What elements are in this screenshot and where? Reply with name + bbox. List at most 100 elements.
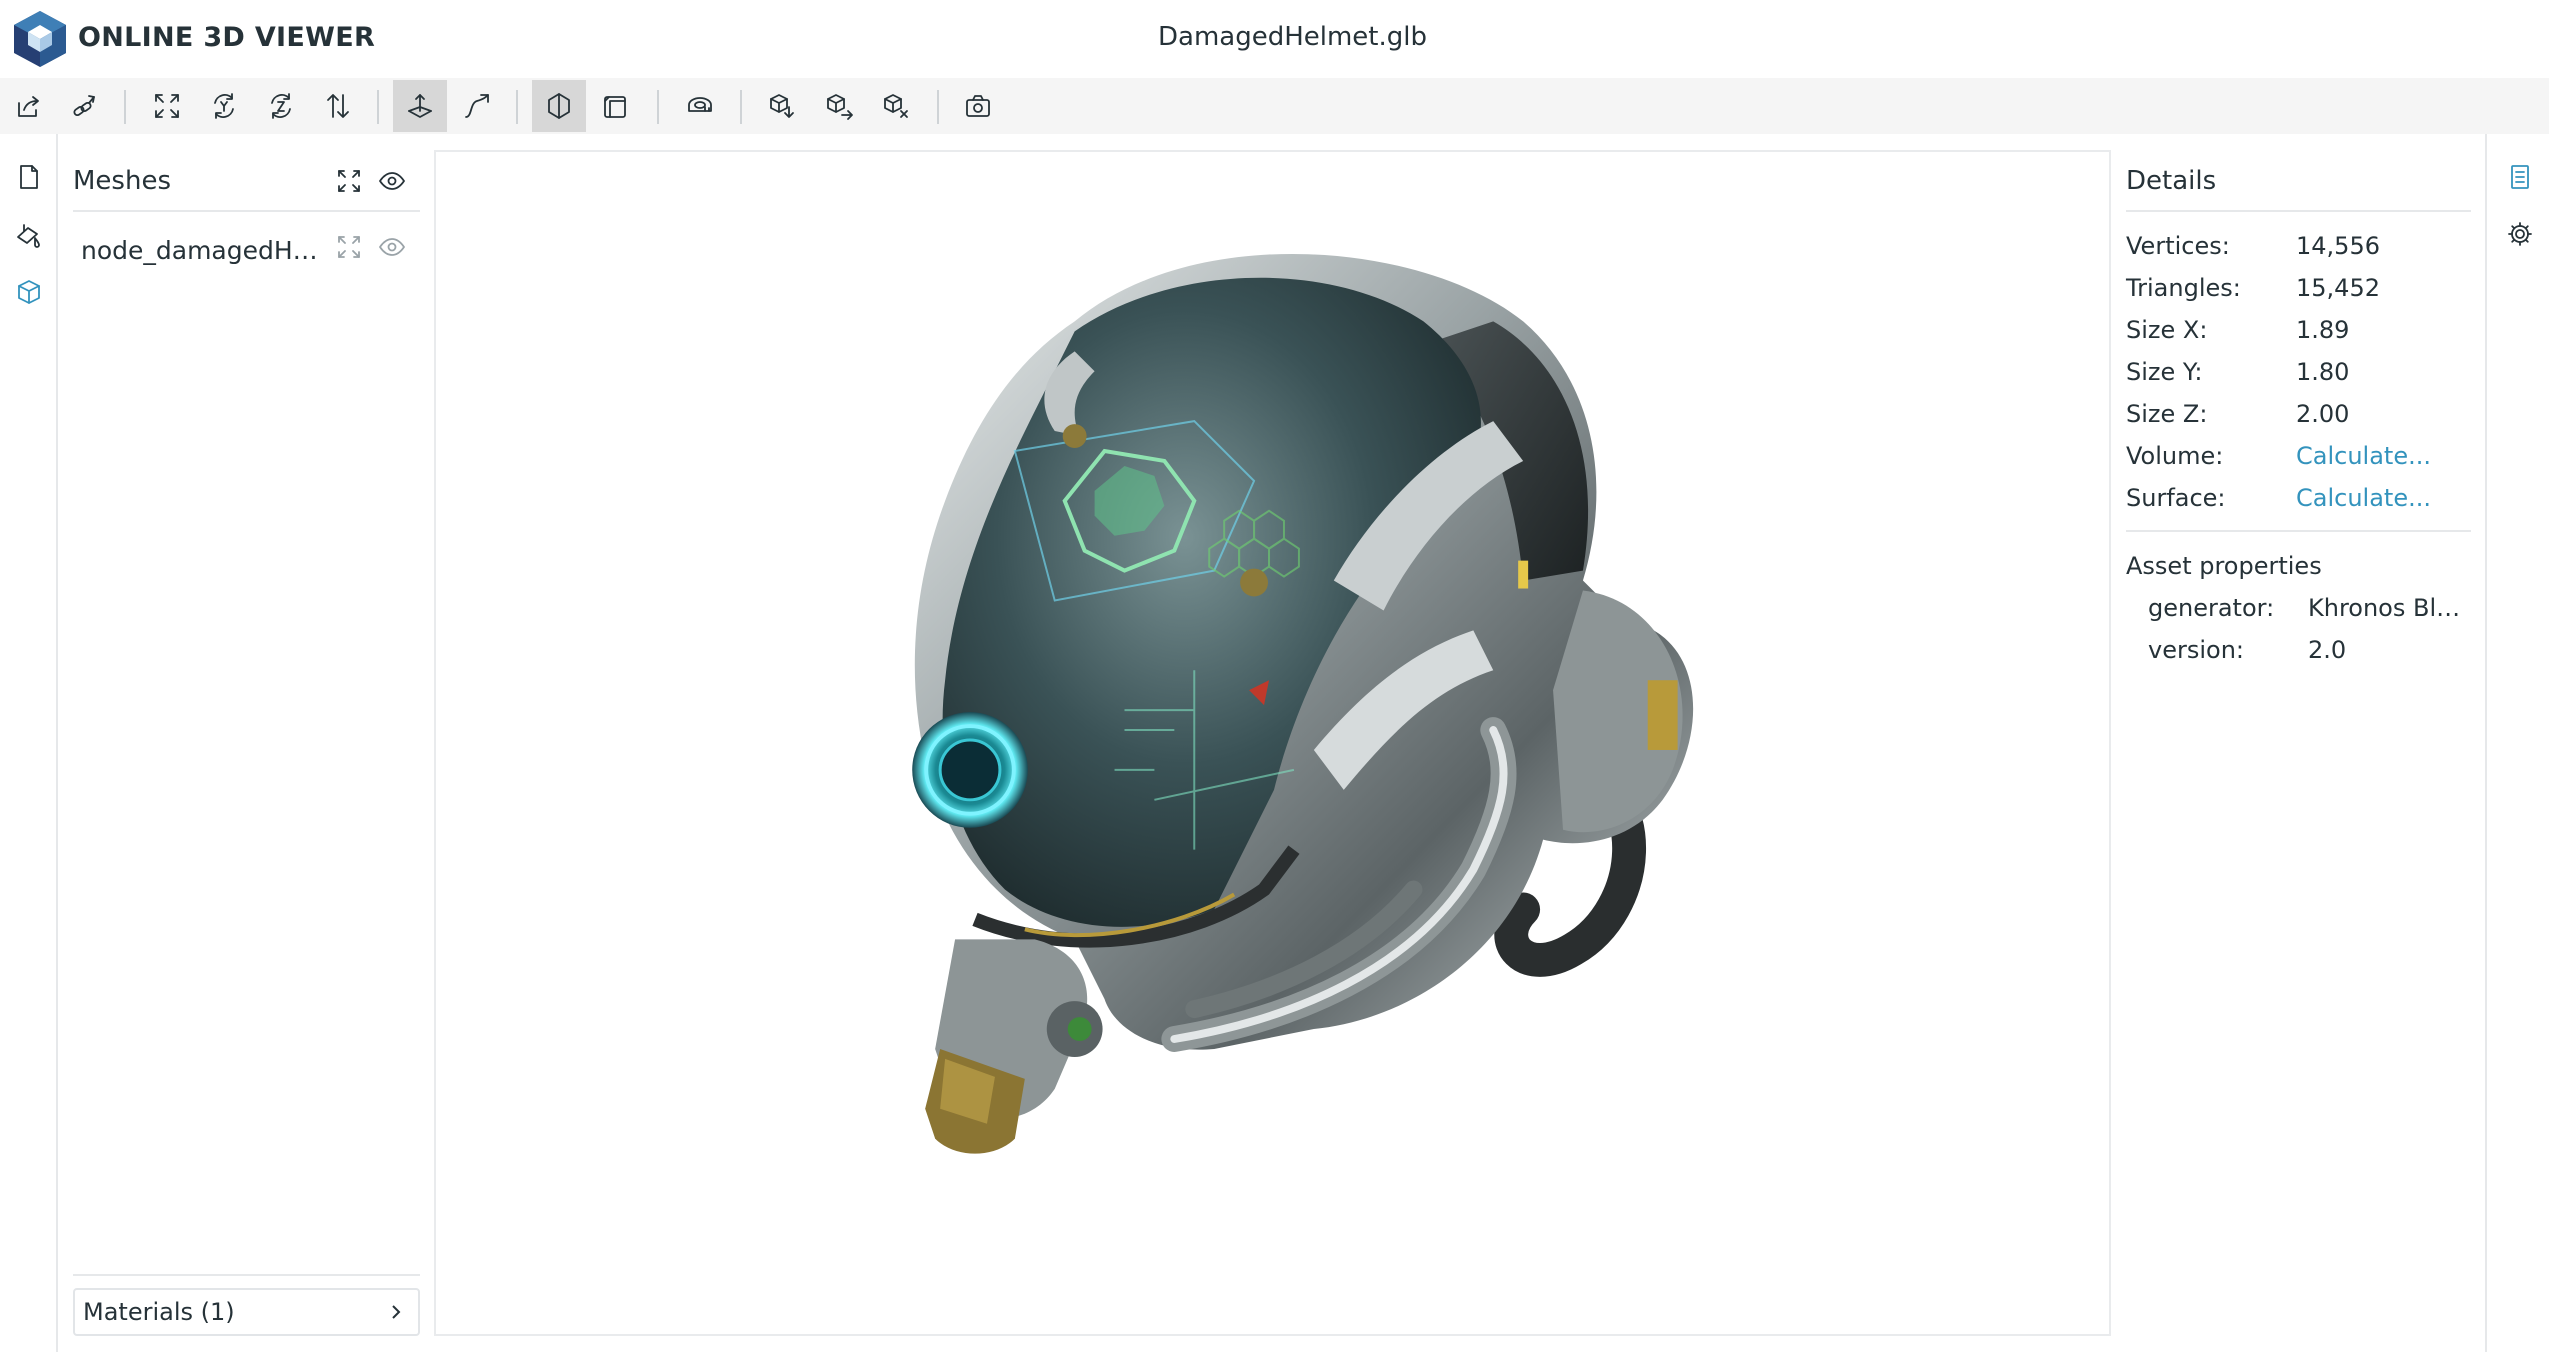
mesh-list-item[interactable]: node_damagedHelmet_-6514 (73, 224, 420, 280)
toolbar-separator (657, 90, 659, 124)
property-row-volume: Volume: Calculate... (2126, 442, 2476, 482)
fit-to-window-icon (155, 94, 179, 118)
details-nav-button[interactable] (2501, 158, 2539, 196)
asset-property-name: version: (2148, 636, 2244, 664)
files-nav-button[interactable] (10, 158, 48, 196)
open-url-icon (73, 95, 95, 117)
asset-property-value: Khronos Blender glTF 2.0 exporter (2308, 594, 2468, 622)
snapshot-settings-button[interactable] (869, 80, 923, 132)
toolbar-separator (937, 90, 939, 124)
perspective-camera-button[interactable] (532, 80, 586, 132)
property-value: 1.80 (2296, 358, 2350, 386)
property-row-surface: Surface: Calculate... (2126, 484, 2476, 524)
free-orbit-icon (465, 94, 489, 118)
measure-icon (688, 97, 712, 112)
fixed-up-vector-icon (408, 94, 432, 118)
left-navigation (0, 134, 58, 1352)
file-title: DamagedHelmet.glb (1157, 22, 1427, 52)
snapshot-settings-icon (884, 94, 908, 118)
eye-icon (379, 172, 405, 190)
property-row-size-z: Size Z: 2.00 (2126, 400, 2476, 440)
toolbar-separator (377, 90, 379, 124)
mesh-name: node_damagedHelmet_-6514 (81, 236, 321, 265)
calculate-volume-link[interactable]: Calculate... (2296, 442, 2431, 470)
meshes-nav-button[interactable] (10, 273, 48, 311)
measure-button[interactable] (673, 80, 727, 132)
panel-divider (73, 210, 420, 212)
toolbar-separator (740, 90, 742, 124)
header: ONLINE 3D VIEWER DamagedHelmet.glb (0, 0, 2549, 78)
asset-properties-title: Asset properties (2126, 552, 2322, 580)
screenshot-icon (966, 95, 990, 117)
property-name: Volume: (2126, 442, 2224, 470)
meshes-nav-icon (18, 280, 40, 304)
property-name: Size Z: (2126, 400, 2208, 428)
set-up-z-button[interactable] (254, 80, 308, 132)
property-row-vertices: Vertices: 14,556 (2126, 232, 2476, 272)
toolbar-separator (516, 90, 518, 124)
set-up-z-icon (271, 93, 291, 119)
property-name: Size X: (2126, 316, 2208, 344)
screenshot-button[interactable] (951, 80, 1005, 132)
materials-nav-button[interactable] (10, 216, 48, 254)
open-url-button[interactable] (58, 80, 112, 132)
settings-nav-button[interactable] (2501, 215, 2539, 253)
meshes-panel: Meshes node_damagedHelmet_-6514 Material… (58, 134, 434, 1352)
fit-mesh-button[interactable] (332, 230, 366, 264)
property-name: Triangles: (2126, 274, 2241, 302)
property-name: Size Y: (2126, 358, 2203, 386)
calculate-surface-link[interactable]: Calculate... (2296, 484, 2431, 512)
property-name: Vertices: (2126, 232, 2230, 260)
flip-up-button[interactable] (311, 80, 365, 132)
show-all-meshes-button[interactable] (375, 164, 409, 198)
asset-property-value: 2.0 (2308, 636, 2347, 664)
helmet-model (912, 253, 1694, 1154)
settings-icon (2508, 222, 2532, 246)
export-icon (770, 94, 794, 118)
export-button[interactable] (755, 80, 809, 132)
fit-to-window-icon (338, 236, 360, 258)
open-file-button[interactable] (2, 80, 56, 132)
file-title-wrap: DamagedHelmet.glb (0, 22, 2549, 52)
property-row-size-y: Size Y: 1.80 (2126, 358, 2476, 398)
property-name: Surface: (2126, 484, 2226, 512)
3d-viewport[interactable] (434, 150, 2111, 1336)
property-value: 14,556 (2296, 232, 2380, 260)
materials-toggle-button[interactable]: Materials (1) (73, 1288, 420, 1336)
open-file-icon (18, 96, 39, 117)
meshes-title: Meshes (73, 166, 171, 196)
fixed-up-vector-button[interactable] (393, 80, 447, 132)
details-panel: Details Vertices: 14,556 Triangles: 15,4… (2111, 134, 2487, 1352)
toggle-mesh-visibility-button[interactable] (375, 230, 409, 264)
orthographic-camera-icon (604, 96, 626, 118)
set-up-y-icon (214, 93, 234, 119)
share-icon (827, 94, 853, 120)
orthographic-camera-button[interactable] (589, 80, 643, 132)
details-title: Details (2126, 166, 2217, 196)
panel-divider (2126, 530, 2471, 532)
files-icon (20, 165, 38, 189)
set-up-y-button[interactable] (197, 80, 251, 132)
flip-up-icon (327, 94, 349, 118)
free-orbit-button[interactable] (450, 80, 504, 132)
asset-row-generator: generator: Khronos Blender glTF 2.0 expo… (2148, 594, 2478, 634)
eye-icon (379, 238, 405, 256)
materials-label: Materials (1) (83, 1298, 235, 1326)
property-row-triangles: Triangles: 15,452 (2126, 274, 2476, 314)
property-value: 15,452 (2296, 274, 2380, 302)
panel-divider (2126, 210, 2471, 212)
property-value: 2.00 (2296, 400, 2350, 428)
panel-divider (73, 1274, 420, 1276)
property-row-size-x: Size X: 1.89 (2126, 316, 2476, 356)
share-button[interactable] (812, 80, 866, 132)
toolbar (0, 78, 2549, 134)
right-navigation (2489, 134, 2549, 1352)
chevron-right-icon (386, 1302, 406, 1322)
perspective-camera-icon (548, 93, 570, 119)
asset-property-name: generator: (2148, 594, 2275, 622)
fit-to-window-button[interactable] (140, 80, 194, 132)
fit-all-meshes-button[interactable] (332, 164, 366, 198)
asset-row-version: version: 2.0 (2148, 636, 2478, 676)
materials-nav-icon (17, 224, 40, 248)
details-icon (2511, 165, 2529, 189)
